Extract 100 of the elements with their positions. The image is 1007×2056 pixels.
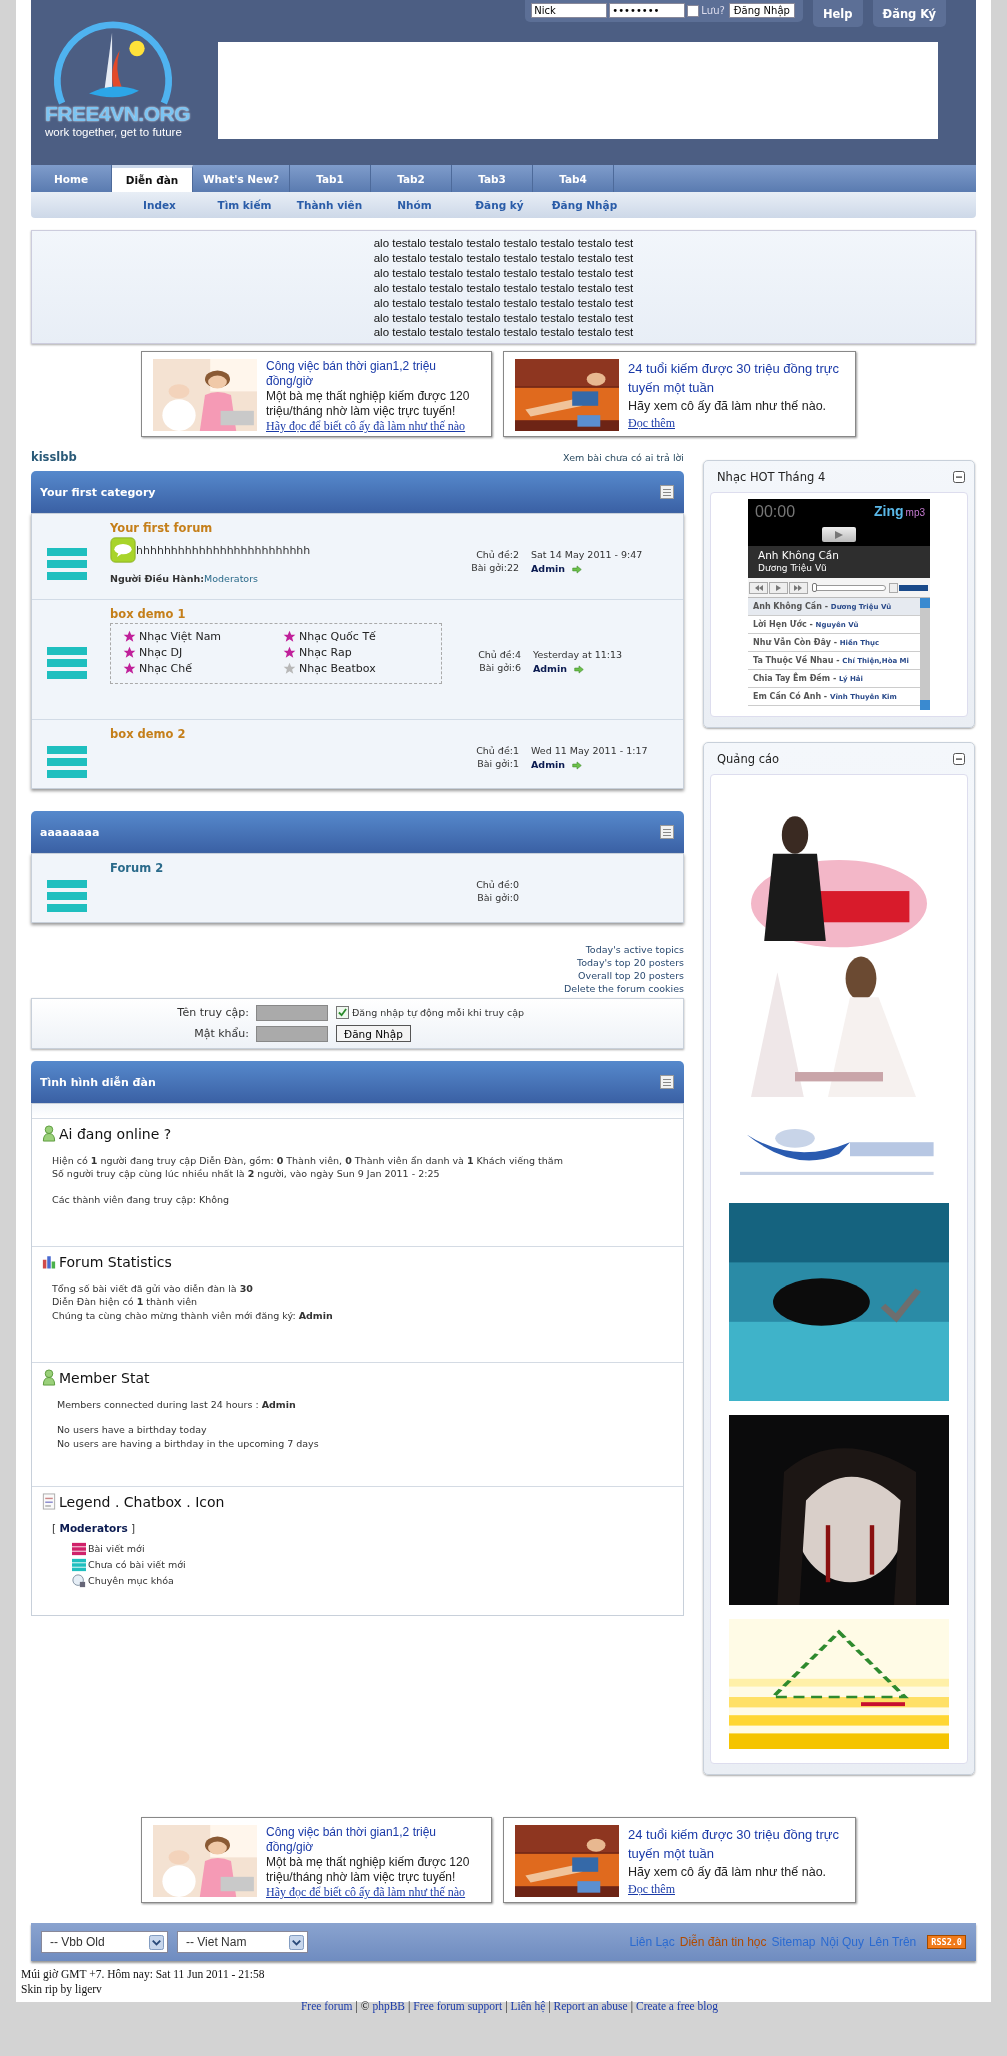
auto-login-label: Đăng nhập tự động mỗi khi truy cập <box>352 1007 525 1018</box>
logo-text: FREE4VN.ORG <box>45 102 191 126</box>
arrow-icon[interactable] <box>572 760 583 770</box>
dropdown-icon <box>289 1934 304 1950</box>
subnav-link[interactable]: Tìm kiếm <box>202 199 287 211</box>
collapse-icon[interactable] <box>953 470 965 483</box>
stats-line: Số người truy cập cùng lúc nhiều nhất là 2 người, vào ngày Sun 9 Jan 2011 - 2:25 <box>52 1167 441 1181</box>
stats-line: Các thành viên đang truy cập: Không <box>52 1192 231 1207</box>
auto-login-checkbox[interactable] <box>336 1006 349 1019</box>
topic-count: Chủ đề:1 <box>476 744 519 757</box>
legend-label: Bài viết mới <box>88 1542 145 1557</box>
collapse-icon[interactable] <box>660 825 674 839</box>
moderators-label: Người Điều Hành: <box>110 573 205 584</box>
subforum-link[interactable]: Nhạc Chế <box>139 662 192 675</box>
remember-checkbox[interactable] <box>687 4 700 17</box>
subforum-link[interactable]: Nhạc Beatbox <box>299 662 376 675</box>
arrow-icon[interactable] <box>572 564 583 574</box>
last-post-date: Wed 11 May 2011 - 1:17 <box>531 744 649 758</box>
forum-link[interactable]: Overall top 20 posters <box>578 969 684 982</box>
username-field[interactable] <box>256 1004 328 1021</box>
separator: | <box>355 1999 358 2014</box>
ad-title-link[interactable]: Công việc bán thời gian1,2 triệu đồng/giờ <box>266 359 485 389</box>
ad-title-link[interactable]: 24 tuổi kiếm được 30 triệu đồng trực tuyến một tuần <box>628 359 849 397</box>
notice-line: alo testalo testalo testalo testalo testalo testalo test <box>372 295 635 311</box>
subforum-link[interactable]: Nhạc Việt Nam <box>139 630 222 643</box>
notice-line: alo testalo testalo testalo testalo testalo testalo test <box>372 250 635 266</box>
last-post-author[interactable]: Admin <box>531 562 566 576</box>
forum-status-icon <box>72 1542 86 1557</box>
subnav-link[interactable]: Index <box>117 199 202 211</box>
logo-slogan: work together, get to future <box>45 126 182 138</box>
footer-link[interactable]: Report an abuse <box>553 1999 628 2014</box>
header-button[interactable]: Đăng Ký <box>872 0 946 27</box>
username-link[interactable]: kisslbb <box>31 450 77 464</box>
ad-title-link[interactable]: Công việc bán thời gian1,2 triệu đồng/giờ <box>266 1825 485 1855</box>
login-button[interactable]: Đăng Nhập <box>336 1025 411 1042</box>
forum-link[interactable]: Today's active topics <box>585 943 684 956</box>
separator: | <box>408 1999 411 2014</box>
collapse-icon[interactable] <box>953 752 965 765</box>
forum-title-link[interactable]: Forum 2 <box>110 861 439 875</box>
nav-tab[interactable]: Diễn đàn <box>112 165 193 192</box>
footer-link[interactable]: Create a free blog <box>636 1999 719 2014</box>
ad-link[interactable]: Hãy đọc để biết cô ấy đã làm như thế nào <box>266 1885 485 1900</box>
footer-link[interactable]: Liên hệ <box>510 1999 546 2014</box>
login-button[interactable]: Đăng Nhập <box>728 3 795 18</box>
style-select[interactable]: -- Viet Nam <box>177 1931 308 1953</box>
subforum-link[interactable]: Nhạc Rap <box>299 646 352 659</box>
section-title: Forum Statistics <box>59 1253 172 1270</box>
section-title: Legend . Chatbox . Icon <box>59 1493 225 1510</box>
footer-link[interactable]: Free forum <box>300 1999 353 2014</box>
username-field[interactable]: Nick <box>531 3 608 18</box>
stats-line: Members connected during last 24 hours : Admin <box>57 1398 297 1412</box>
user-icon <box>42 1125 56 1142</box>
song-title: Anh Không Cần <box>758 549 840 561</box>
subnav-link[interactable]: Thành viên <box>287 199 372 211</box>
ad-link[interactable]: Đọc thêm <box>628 416 849 431</box>
footer-link[interactable]: phpBB <box>372 1999 406 2014</box>
post-count: Bài gởi:22 <box>471 561 519 574</box>
collapse-icon[interactable] <box>660 485 674 499</box>
last-post-author[interactable]: Admin <box>531 758 566 772</box>
collapse-icon[interactable] <box>660 1075 674 1089</box>
ad-body: Một bà mẹ thất nghiệp kiếm được 120 triệu/tháng nhờ làm việc trực tuyến! <box>266 389 471 419</box>
password-field[interactable]: •••••••• <box>609 3 686 18</box>
arrow-icon[interactable] <box>574 664 585 674</box>
forum-link[interactable]: Today's top 20 posters <box>577 956 684 969</box>
password-label: Mật khẩu: <box>193 1027 250 1040</box>
stats-line: Chúng ta cùng chào mừng thành viên mới đăng ký: Admin <box>52 1308 334 1323</box>
dropdown-icon <box>149 1934 164 1950</box>
style-select[interactable]: -- Vbb Old <box>41 1931 168 1953</box>
last-post-date: Sat 14 May 2011 - 9:47 <box>531 548 644 562</box>
subnav-link[interactable]: Nhóm <box>372 199 457 211</box>
play-button[interactable] <box>822 527 856 542</box>
notice-line: alo testalo testalo testalo testalo testalo testalo test <box>372 325 635 341</box>
ad-link[interactable]: Hãy đọc để biết cô ấy đã làm như thế nào <box>266 419 485 434</box>
username-label: Tên truy cập: <box>176 1006 250 1019</box>
ad-link[interactable]: Đọc thêm <box>628 1882 849 1897</box>
separator: | <box>630 1999 633 2014</box>
forum-description: hhhhhhhhhhhhhhhhhhhhhhhhh <box>136 543 311 557</box>
forum-link[interactable]: Delete the forum cookies <box>564 982 684 995</box>
last-post-author[interactable]: Admin <box>532 662 568 676</box>
timezone-text: Múi giờ GMT +7. Hôm nay: Sat 11 Jun 2011 - 21:58 <box>21 1967 266 1982</box>
password-field[interactable] <box>256 1025 328 1042</box>
playback-controls-icon[interactable] <box>749 582 809 594</box>
ad-body: Hãy xem cô ấy đã làm như thế nào. <box>628 398 828 415</box>
volume-icon[interactable] <box>889 583 929 593</box>
subnav-link[interactable]: Đăng ký <box>457 199 542 211</box>
speech-bubble-icon <box>110 537 136 563</box>
unanswered-link[interactable]: Xem bài chưa có ai trả lời <box>563 451 684 463</box>
footer-link[interactable]: Free forum support <box>413 1999 503 2014</box>
subnav-link[interactable]: Đăng Nhập <box>542 199 627 211</box>
header-button[interactable]: Help <box>812 0 863 27</box>
subforum-link[interactable]: Nhạc Quốc Tế <box>299 630 376 643</box>
forum-status-icon <box>47 645 87 681</box>
subforum-link[interactable]: Nhạc DJ <box>139 646 183 659</box>
seek-slider-thumb[interactable] <box>812 583 817 592</box>
forum-status-icon <box>47 744 87 780</box>
category-title: Your first category <box>40 485 156 499</box>
scrollbar[interactable] <box>920 598 930 710</box>
separator: | <box>548 1999 551 2014</box>
ad-title-link[interactable]: 24 tuổi kiếm được 30 triệu đồng trực tuyến một tuần <box>628 1825 849 1863</box>
moderators-link[interactable]: Moderators <box>204 573 259 584</box>
